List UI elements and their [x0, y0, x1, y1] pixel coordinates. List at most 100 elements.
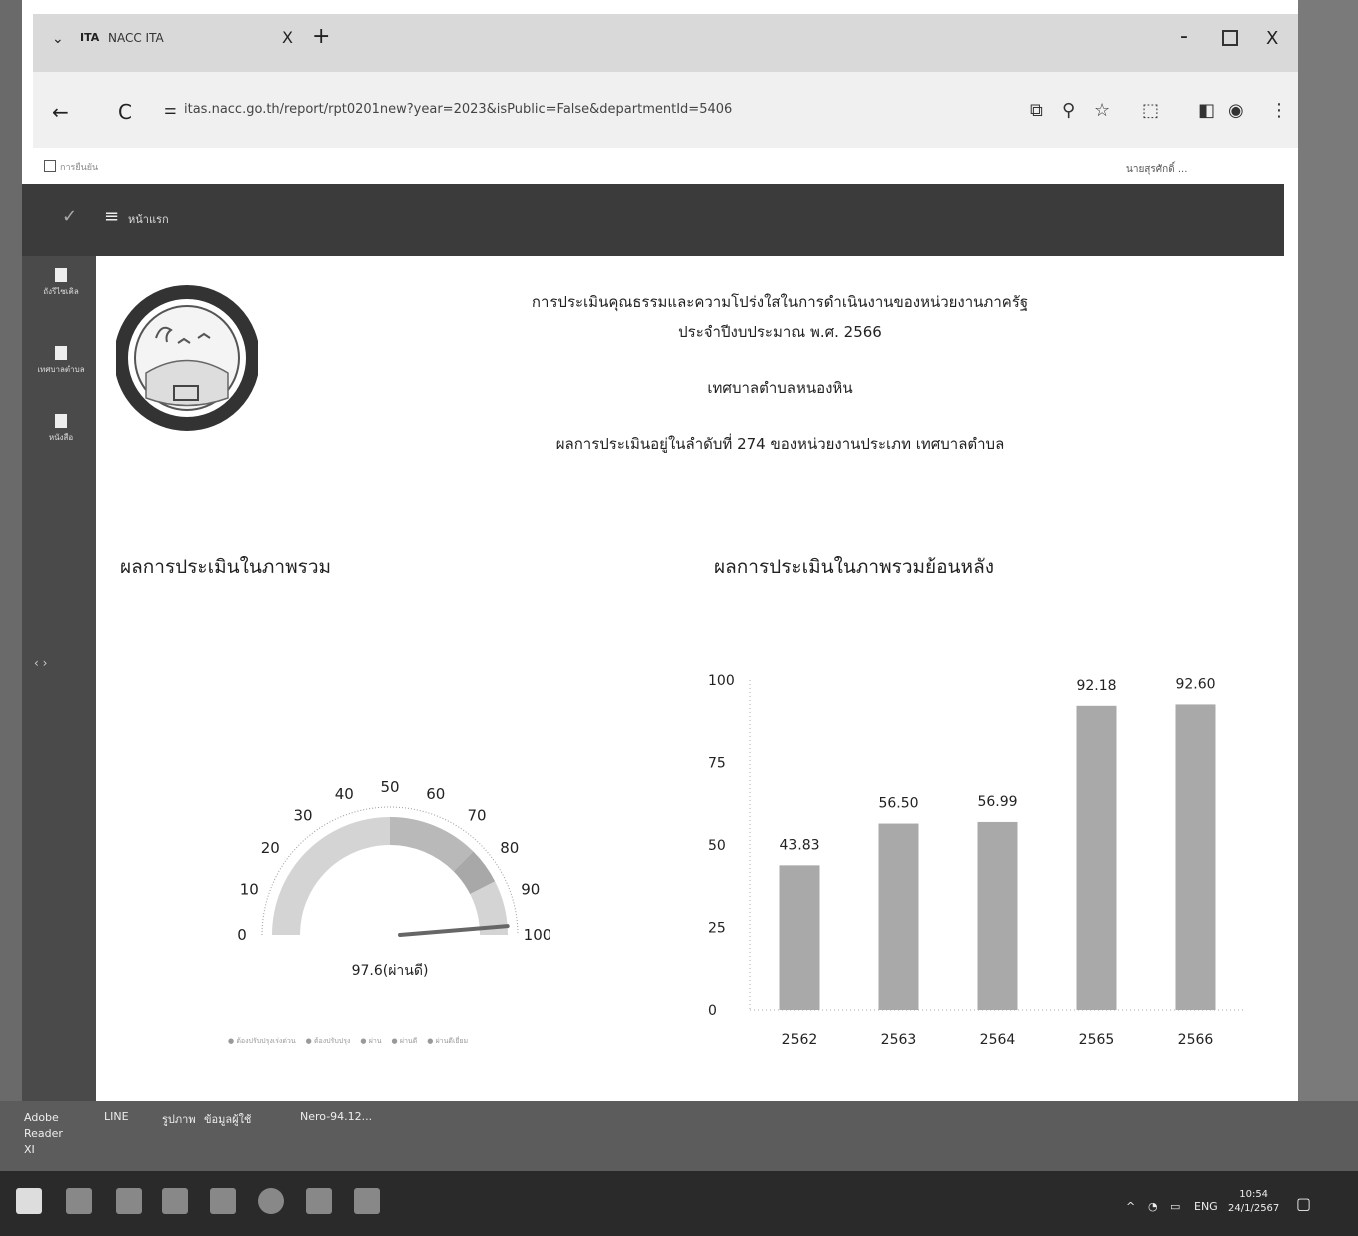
legend-item[interactable]: ● ต้องปรับปรุงเร่งด่วน — [228, 1037, 296, 1045]
taskbar-clock[interactable]: 10:54 24/1/2567 — [1228, 1188, 1279, 1216]
tab-favicon: ITA — [80, 31, 100, 44]
gauge-tick-label: 0 — [237, 926, 247, 944]
y-tick-label: 50 — [708, 838, 726, 854]
site-info-icon[interactable]: ⚌ — [164, 102, 177, 118]
app-header — [22, 184, 1284, 256]
y-tick-label: 0 — [708, 1003, 717, 1019]
legend-item[interactable]: ● ผ่าน — [360, 1037, 381, 1045]
desktop-app-photos[interactable]: รูปภาพ — [162, 1110, 196, 1128]
bar-2565[interactable] — [1076, 705, 1117, 1010]
window-close-button[interactable]: X — [1266, 28, 1278, 49]
x-tick-label: 2565 — [1079, 1032, 1115, 1048]
taskbar-app-1-icon[interactable] — [66, 1188, 92, 1214]
tab-title[interactable]: NACC ITA — [108, 31, 164, 45]
tray-chevron-icon[interactable]: ^ — [1126, 1200, 1135, 1213]
back-arrow-icon[interactable]: ← — [52, 100, 69, 124]
history-section-title: ผลการประเมินในภาพรวมย้อนหลัง — [714, 556, 994, 578]
desktop-app-nero[interactable]: Nero-94.12... — [300, 1110, 372, 1123]
gauge-section-title: ผลการประเมินในภาพรวม — [120, 556, 332, 578]
report-fiscal-year: ประจำปีงบประมาณ พ.ศ. 2566 — [678, 323, 882, 341]
taskbar-opera-icon[interactable] — [258, 1188, 284, 1214]
y-tick-label: 75 — [708, 756, 726, 772]
bar-value-label: 56.50 — [878, 796, 918, 812]
home-link[interactable]: หน้าแรก — [128, 210, 169, 228]
menu-kebab-icon[interactable]: ⋮ — [1270, 100, 1288, 121]
bar-value-label: 56.99 — [977, 794, 1017, 810]
x-tick-label: 2562 — [782, 1032, 818, 1048]
hamburger-menu-icon[interactable]: ≡ — [104, 206, 119, 227]
bar-2563[interactable] — [878, 823, 919, 1010]
start-windows-icon[interactable] — [16, 1188, 42, 1214]
gauge-band-1 — [272, 817, 390, 935]
overall-score-gauge: 0 10 20 30 40 50 60 70 80 90 100 — [237, 778, 550, 944]
tab-list-chevron-icon[interactable]: ⌄ — [52, 31, 64, 47]
sidebar-arrows[interactable]: ‹ › — [34, 656, 47, 670]
bar-2566[interactable] — [1175, 704, 1216, 1010]
bar-value-label: 43.83 — [779, 837, 819, 853]
new-tab-button[interactable]: + — [312, 24, 330, 49]
taskbar-app-3-icon[interactable] — [162, 1188, 188, 1214]
bar-2562[interactable] — [779, 865, 820, 1010]
agency-name: เทศบาลตำบลหนองหิน — [707, 379, 853, 397]
taskbar-word-icon[interactable] — [354, 1188, 380, 1214]
gauge-tick-label: 70 — [467, 806, 486, 824]
x-tick-label: 2566 — [1178, 1032, 1214, 1048]
sidebar-item-3[interactable]: หนังสือ — [30, 414, 92, 444]
notification-icon[interactable]: ▢ — [1296, 1194, 1311, 1213]
window-maximize-button[interactable] — [1222, 30, 1238, 46]
sidebar-item-2[interactable]: เทศบาลตำบล — [30, 346, 92, 376]
gauge-tick-label: 50 — [380, 778, 399, 796]
legend-item[interactable]: ● ต้องปรับปรุง — [306, 1037, 351, 1045]
bookmarks-bar — [33, 148, 1298, 184]
bookmark-item[interactable]: การยืนยัน — [60, 160, 98, 174]
gauge-value-label: 97.6(ผ่านดี) — [351, 963, 429, 979]
legend-item[interactable]: ● ผ่านดีเยี่ยม — [427, 1037, 468, 1045]
bar-value-label: 92.18 — [1076, 678, 1116, 694]
extensions-icon[interactable]: ⬚ — [1142, 100, 1159, 121]
profile-avatar-icon[interactable]: ◉ — [1228, 100, 1244, 121]
history-bar-chart: 0 25 50 75 100 43.83 2562 56.50 2563 56.99 2564 92.… — [708, 673, 1245, 1048]
bookmark-star-icon[interactable]: ☆ — [1094, 100, 1110, 121]
tray-volume-icon[interactable]: ▭ — [1170, 1200, 1180, 1213]
gauge-tick-label: 60 — [426, 785, 445, 803]
gauge-tick-label: 10 — [240, 880, 259, 898]
taskbar-explorer-icon[interactable] — [306, 1188, 332, 1214]
tray-network-icon[interactable]: ◔ — [1148, 1200, 1158, 1213]
bookmark-folder-icon[interactable] — [44, 160, 56, 172]
desktop-sidebar — [22, 256, 96, 1101]
desktop-right-strip — [1298, 0, 1358, 1236]
report-title: การประเมินคุณธรรมและความโปร่งใสในการดำเน… — [531, 293, 1029, 311]
gauge-legend: ● ต้องปรับปรุงเร่งด่วน ● ต้องปรับปรุง ● ผ่… — [228, 1036, 478, 1047]
y-tick-label: 100 — [708, 673, 735, 689]
window-minimize-button[interactable]: - — [1180, 24, 1188, 49]
gauge-tick-label: 20 — [261, 839, 280, 857]
profile-chip[interactable]: นายสุรศักดิ์ ... — [1126, 162, 1187, 177]
file-icon — [55, 268, 67, 282]
desktop-app-line[interactable]: LINE — [104, 1110, 129, 1123]
tab-close-icon[interactable]: X — [282, 28, 293, 47]
taskbar-chrome-icon[interactable] — [116, 1188, 142, 1214]
legend-item[interactable]: ● ผ่านดี — [392, 1037, 418, 1045]
translate-icon[interactable]: ⧉ — [1030, 100, 1043, 121]
tray-language[interactable]: ENG — [1194, 1200, 1218, 1213]
sidepanel-icon[interactable]: ◧ — [1198, 100, 1215, 121]
desktop-left-strip — [0, 0, 22, 1236]
gauge-tick-label: 80 — [500, 839, 519, 857]
agency-seal-logo — [116, 285, 258, 431]
rank-text: ผลการประเมินอยู่ในลำดับที่ 274 ของหน่วยง… — [555, 435, 1005, 453]
bar-2564[interactable] — [977, 821, 1018, 1010]
file-icon — [55, 346, 67, 360]
sidebar-item-1[interactable]: ถังรีไซเคิล — [30, 268, 92, 298]
address-bar[interactable]: itas.nacc.go.th/report/rpt0201new?year=2… — [184, 102, 732, 117]
clock-date: 24/1/2567 — [1228, 1203, 1280, 1214]
desktop-app-user[interactable]: ข้อมูลผู้ใช้ — [204, 1110, 251, 1128]
desktop-app-adobe[interactable]: Adobe Reader XI — [24, 1110, 70, 1158]
desktop-top — [0, 0, 1358, 14]
bar-value-label: 92.60 — [1175, 676, 1215, 692]
reload-icon[interactable]: C — [118, 100, 132, 124]
clock-time: 10:54 — [1239, 1189, 1269, 1200]
taskbar-line-icon[interactable] — [210, 1188, 236, 1214]
browser-tab-bar — [33, 14, 1298, 72]
gauge-tick-label: 30 — [293, 806, 312, 824]
zoom-icon[interactable]: ⚲ — [1062, 100, 1075, 121]
